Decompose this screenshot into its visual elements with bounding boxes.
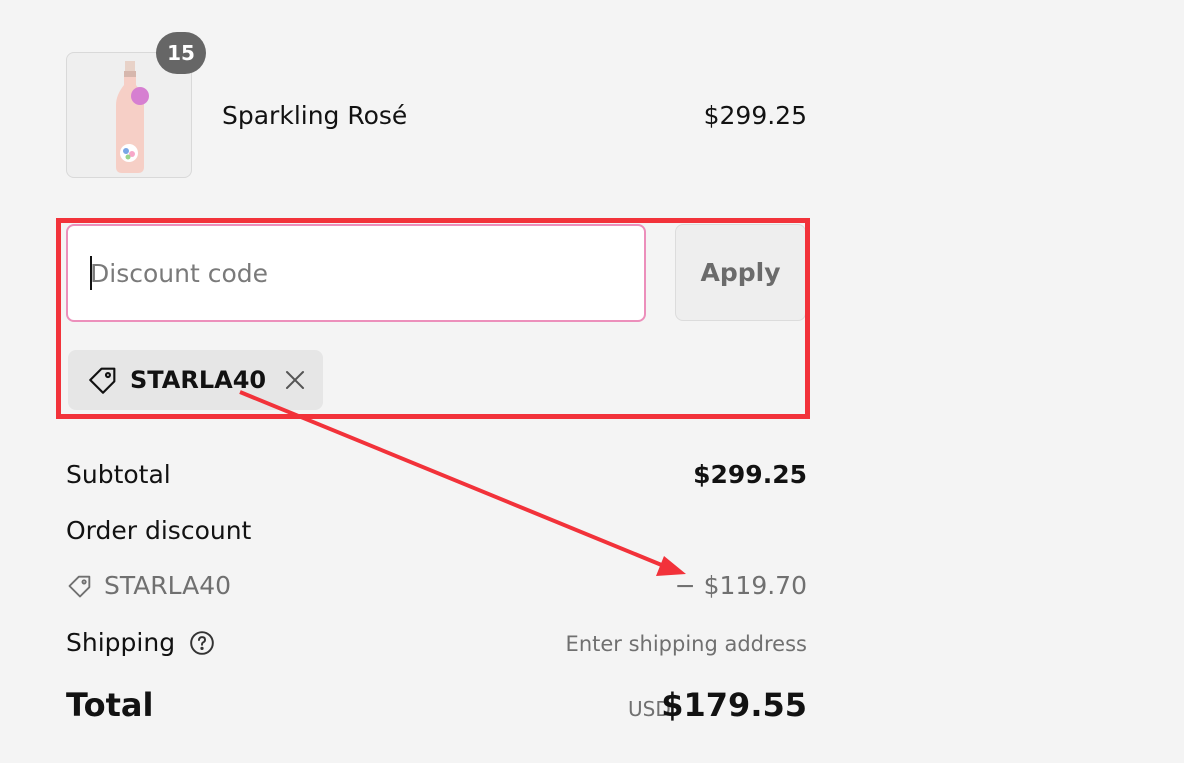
order-discount-label: Order discount: [66, 516, 252, 545]
total-value: $179.55: [661, 686, 807, 724]
shipping-value: Enter shipping address: [565, 632, 807, 656]
discount-code-label: STARLA40: [104, 571, 232, 600]
shipping-row: Shipping: [66, 628, 215, 657]
help-icon[interactable]: [189, 630, 215, 656]
shipping-label: Shipping: [66, 628, 176, 657]
tag-icon: [68, 575, 91, 597]
subtotal-value: $299.25: [693, 460, 807, 489]
discount-code-input[interactable]: [66, 224, 646, 322]
product-name: Sparkling Rosé: [222, 101, 408, 130]
subtotal-label: Subtotal: [66, 460, 171, 489]
text-caret: [90, 256, 92, 290]
applied-discount-code: STARLA40: [130, 366, 267, 394]
discount-amount: − $119.70: [674, 571, 807, 600]
tag-icon: [89, 367, 116, 394]
quantity-badge: 15: [156, 32, 206, 74]
applied-discount-chip: STARLA40: [68, 350, 323, 410]
close-icon[interactable]: [284, 369, 306, 391]
product-price: $299.25: [703, 101, 807, 130]
total-label: Total: [66, 686, 154, 724]
discount-code-row: STARLA40: [66, 571, 231, 600]
apply-button[interactable]: Apply: [675, 224, 806, 321]
